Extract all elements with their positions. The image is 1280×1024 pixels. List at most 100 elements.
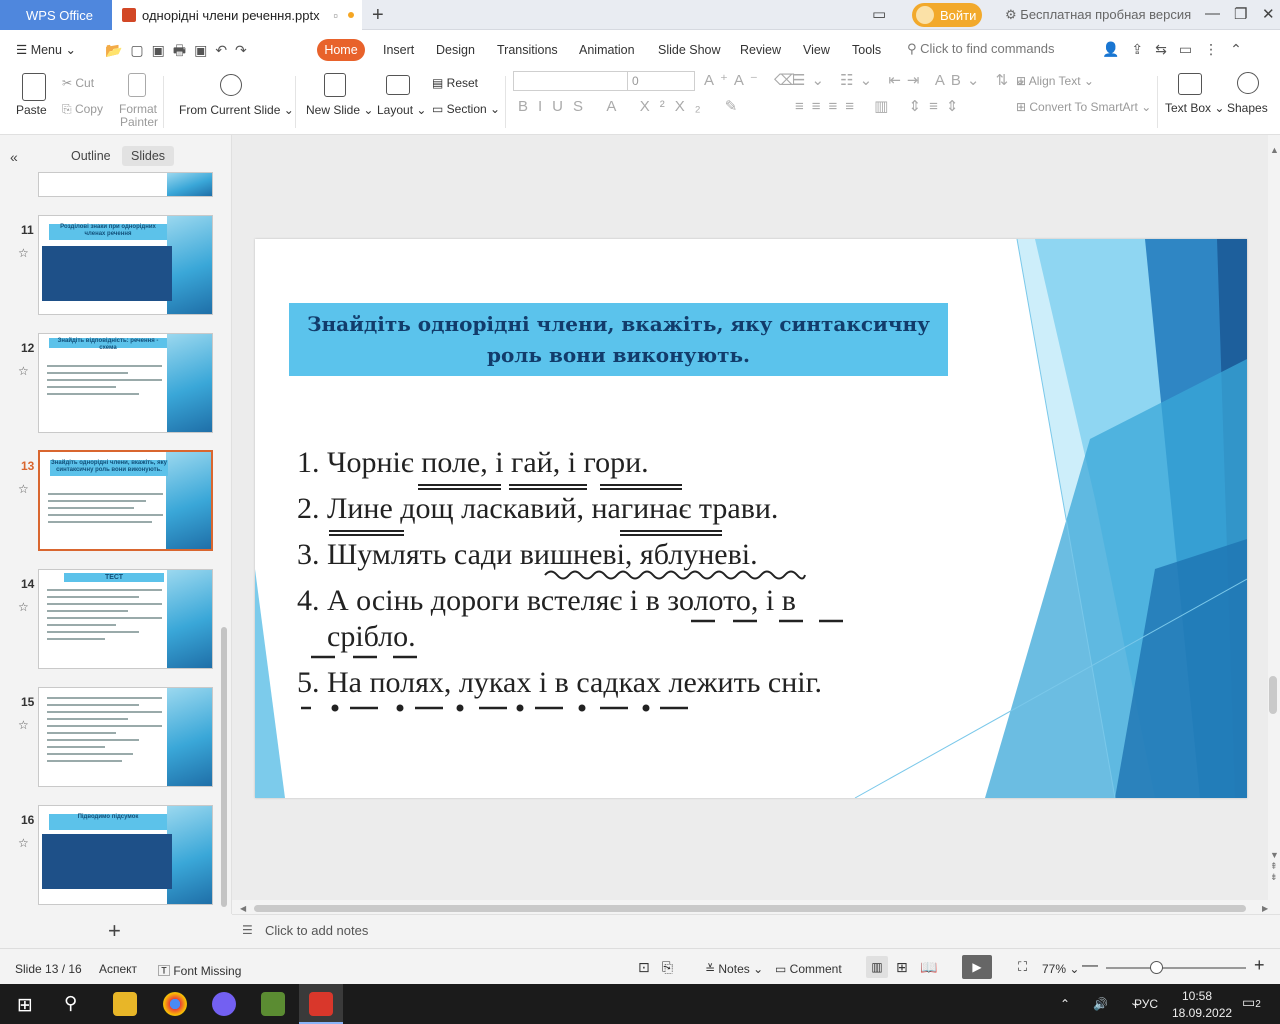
slide-number: 11: [21, 223, 34, 237]
tab-animation[interactable]: Animation: [579, 43, 635, 57]
login-button[interactable]: Войти: [912, 3, 982, 27]
restore-icon[interactable]: ❐: [1234, 5, 1247, 23]
notifications-icon[interactable]: ▭2: [1242, 994, 1261, 1011]
view-tools-icons[interactable]: ⊡⎘: [638, 959, 685, 976]
trial-link[interactable]: ⚙ Бесплатная пробная версия: [1005, 7, 1191, 23]
tab-review[interactable]: Review: [740, 43, 781, 57]
scroll-nav-icons[interactable]: ▼ ⇞ ⇟: [1270, 850, 1279, 883]
canvas-vscroll-thumb[interactable]: [1269, 676, 1277, 714]
shapes-button[interactable]: Shapes: [1227, 101, 1268, 115]
font-family-select[interactable]: [513, 71, 629, 91]
new-slide-icon: [324, 73, 346, 97]
copy-button[interactable]: ⎘ Copy: [62, 102, 103, 117]
minecraft-icon[interactable]: [261, 992, 285, 1016]
command-search-label: Click to find commands: [920, 41, 1055, 56]
zoom-select[interactable]: 77% ⌄: [1042, 962, 1079, 976]
format-painter-button[interactable]: Format: [119, 102, 157, 116]
canvas-hscroll[interactable]: [254, 905, 1246, 912]
menu-button[interactable]: ☰ Menu ⌄: [16, 42, 76, 57]
share-icons[interactable]: 👤⇪⇆▭⋮⌃: [1102, 41, 1254, 58]
section-button[interactable]: ▭ Section ⌄: [432, 102, 500, 116]
from-current-slide-button[interactable]: From Current Slide ⌄: [179, 103, 294, 117]
scroll-left-icon[interactable]: ◀: [240, 904, 246, 913]
restore-tab-icon[interactable]: ▫: [333, 8, 338, 23]
tab-transitions[interactable]: Transitions: [497, 43, 558, 57]
paste-button[interactable]: Paste: [16, 103, 47, 117]
play-slide-icon: [220, 74, 242, 96]
new-slide-button[interactable]: New Slide ⌄: [306, 103, 373, 117]
tab-design[interactable]: Design: [436, 43, 475, 57]
clock-time[interactable]: 10:58: [1182, 989, 1212, 1003]
minimize-icon[interactable]: —: [1205, 5, 1220, 22]
reset-button[interactable]: ▤ Reset: [432, 76, 478, 90]
copy-label: Copy: [74, 102, 103, 116]
slide-thumb-15[interactable]: [38, 687, 213, 787]
text-box-button[interactable]: Text Box ⌄: [1165, 101, 1224, 115]
panel-scrollbar[interactable]: [221, 627, 227, 907]
windows-start-icon[interactable]: ⊞: [17, 994, 33, 1017]
slide[interactable]: Знайдіть однорідні члени, вкажіть, яку с…: [255, 239, 1247, 798]
animation-star-icon: ☆: [18, 364, 29, 378]
slide-thumb-11[interactable]: Розділові знаки при однорідних членах ре…: [38, 215, 213, 315]
thumb-text: [48, 488, 163, 528]
quick-access-icons[interactable]: 📂▢▣🖶▣↶↷: [105, 40, 255, 64]
slide-thumb-13[interactable]: Знайдіть однорідні члени, вкажіть, яку с…: [38, 450, 213, 551]
comment-button[interactable]: ▭ Comment: [775, 962, 842, 976]
tab-insert[interactable]: Insert: [383, 43, 414, 57]
font-size-select[interactable]: 0: [627, 71, 695, 91]
play-slideshow-icon[interactable]: ▶: [962, 955, 992, 979]
language-indicator[interactable]: РУС: [1134, 997, 1158, 1011]
tab-home[interactable]: Home: [317, 39, 365, 61]
command-search[interactable]: ⚲ Click to find commands: [907, 41, 1055, 57]
scroll-right-icon[interactable]: ▶: [1262, 904, 1268, 913]
fit-window-icon[interactable]: ⛶: [1018, 959, 1027, 975]
notes-pane[interactable]: ☰ Click to add notes: [232, 914, 1280, 948]
avatar: [916, 6, 934, 24]
font-style-icons[interactable]: BIUS A X²X₂ ✎: [518, 97, 747, 115]
notes-placeholder[interactable]: Click to add notes: [265, 923, 368, 938]
reading-view-icon[interactable]: 📖: [920, 959, 937, 976]
tab-outline[interactable]: Outline: [71, 149, 111, 163]
slide-thumb-16[interactable]: Підводимо підсумок: [38, 805, 213, 905]
new-tab-icon[interactable]: +: [372, 4, 384, 27]
layout-icon: [386, 75, 410, 95]
normal-view-icon[interactable]: ▥: [866, 956, 888, 978]
tab-view[interactable]: View: [803, 43, 830, 57]
zoom-slider-thumb[interactable]: [1150, 961, 1163, 974]
tab-slideshow[interactable]: Slide Show: [658, 43, 721, 57]
cut-button[interactable]: ✂ Cut: [62, 76, 94, 90]
tab-tools[interactable]: Tools: [852, 43, 881, 57]
zoom-out-icon[interactable]: —: [1082, 957, 1098, 975]
theme-name[interactable]: Аспект: [99, 962, 137, 976]
notes-button[interactable]: ≚ Notes ⌄: [705, 962, 763, 976]
slide-thumb-10[interactable]: [38, 172, 213, 197]
scroll-up-icon[interactable]: ▲: [1270, 145, 1279, 155]
slide-sorter-icon[interactable]: ⊞: [896, 959, 908, 976]
slide-thumb-14[interactable]: ТЕСТ: [38, 569, 213, 669]
wps-office-tab[interactable]: WPS Office: [0, 0, 112, 30]
font-grow-shrink-icons[interactable]: A⁺A⁻ ⌫: [704, 71, 801, 89]
window-layout-icon[interactable]: ▭: [872, 5, 886, 23]
tab-slides[interactable]: Slides: [122, 146, 175, 166]
align-icons[interactable]: ≡≡≡≡ ▥ ⇕≡⇕: [795, 97, 966, 115]
font-missing-button[interactable]: 🅃 Font Missing: [158, 962, 241, 979]
search-taskbar-icon[interactable]: ⚲: [64, 993, 77, 1014]
add-slide-icon[interactable]: +: [108, 918, 121, 944]
file-explorer-icon[interactable]: [113, 992, 137, 1016]
text-box-icon: [1178, 73, 1202, 95]
slide-thumb-12[interactable]: Знайдіть відповідність: речення - схема: [38, 333, 213, 433]
list-icons[interactable]: ☰⌄ ☷⌄ ⇤⇥ AB⌄ ⇅⌄: [792, 71, 1033, 89]
close-icon[interactable]: ✕: [1262, 5, 1275, 23]
wps-taskbar-button[interactable]: [299, 984, 343, 1024]
align-text-button[interactable]: ⊞ Align Text ⌄: [1016, 74, 1094, 88]
zoom-slider-track[interactable]: [1106, 967, 1246, 969]
document-tab[interactable]: однорідні члени речення.pptx ▫: [112, 0, 362, 30]
layout-button[interactable]: Layout ⌄: [377, 103, 426, 117]
clock-date[interactable]: 18.09.2022: [1172, 1006, 1232, 1020]
zoom-in-icon[interactable]: +: [1254, 955, 1265, 976]
viber-icon[interactable]: [212, 992, 236, 1016]
chrome-icon[interactable]: [163, 992, 187, 1016]
collapse-panel-icon[interactable]: «: [10, 149, 18, 165]
convert-smartart-button[interactable]: ⊞ Convert To SmartArt ⌄: [1016, 100, 1151, 114]
format-painter-label2: Painter: [120, 115, 159, 129]
